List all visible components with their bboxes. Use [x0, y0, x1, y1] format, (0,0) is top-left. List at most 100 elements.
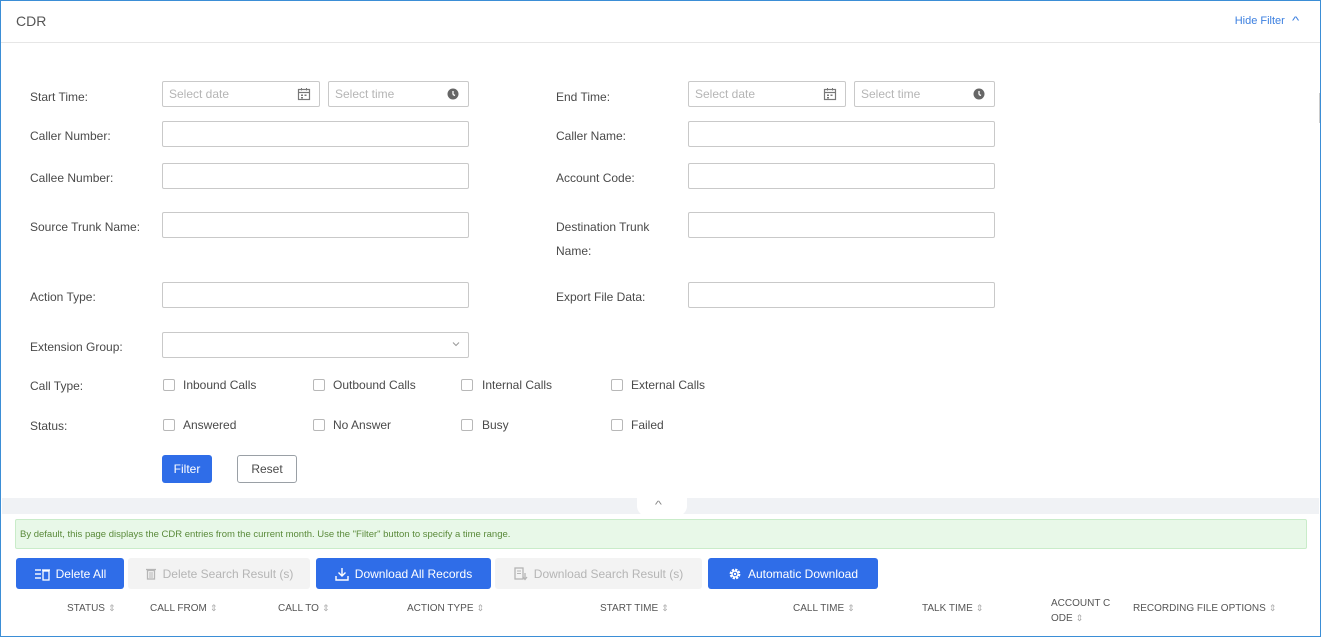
- internal-calls-checkbox[interactable]: [461, 379, 473, 391]
- sort-icon: ⇕: [847, 603, 855, 613]
- inbound-calls-checkbox[interactable]: [163, 379, 175, 391]
- source-trunk-label: Source Trunk Name:: [30, 220, 141, 234]
- automatic-download-label: Automatic Download: [747, 566, 859, 581]
- download-search-result-label: Download Search Result (s): [533, 566, 684, 581]
- chevron-down-icon: [452, 342, 460, 347]
- column-call-from-label: CALL FROM: [150, 603, 207, 614]
- filter-button[interactable]: Filter: [162, 455, 212, 483]
- sort-icon: ⇕: [321, 603, 330, 613]
- external-calls-label: External Calls: [631, 378, 706, 392]
- action-type-input[interactable]: [162, 282, 469, 308]
- inbound-calls-label: Inbound Calls: [183, 378, 257, 392]
- gear-icon: [729, 568, 741, 579]
- external-calls-checkbox[interactable]: [611, 379, 623, 391]
- caller-name-input[interactable]: [688, 121, 995, 147]
- caller-number-label: Caller Number:: [30, 129, 111, 143]
- source-trunk-input[interactable]: [162, 212, 469, 238]
- outbound-calls-label: Outbound Calls: [333, 378, 416, 392]
- export-file-label: Export File Data:: [556, 290, 646, 304]
- hide-filter-link[interactable]: Hide Filter ^: [1234, 15, 1300, 27]
- column-account-code[interactable]: ACCOUNT CODE ⇕: [1051, 597, 1111, 626]
- chevron-up-icon: ^: [654, 500, 662, 511]
- outbound-calls-checkbox[interactable]: [313, 379, 325, 391]
- column-recording-file-options[interactable]: RECORDING FILE OPTIONS ⇕: [1133, 603, 1276, 614]
- column-status[interactable]: STATUS ⇕: [67, 603, 116, 614]
- end-time-placeholder: Select time: [861, 87, 921, 101]
- destination-trunk-input[interactable]: [688, 212, 995, 238]
- sort-icon: ⇕: [209, 603, 218, 613]
- start-time-input[interactable]: Select time: [328, 81, 469, 107]
- extension-group-select[interactable]: [162, 332, 469, 358]
- column-start-time[interactable]: START TIME ⇕: [600, 603, 669, 614]
- end-time-label: End Time:: [556, 90, 611, 104]
- reset-button[interactable]: Reset: [237, 455, 297, 483]
- destination-trunk-label: Destination Trunk Name:: [556, 220, 650, 258]
- account-code-input[interactable]: [688, 163, 995, 189]
- sort-icon: ⇕: [1075, 613, 1084, 623]
- column-call-from[interactable]: CALL FROM ⇕: [150, 603, 217, 614]
- call-type-label: Call Type:: [30, 379, 84, 393]
- action-type-label: Action Type:: [30, 290, 96, 304]
- sort-icon: ⇕: [1268, 603, 1277, 613]
- sort-icon: ⇕: [476, 603, 485, 613]
- column-recording-file-options-label: RECORDING FILE OPTIONS: [1133, 603, 1266, 614]
- callee-number-label: Callee Number:: [30, 171, 114, 185]
- info-banner: By default, this page displays the CDR e…: [15, 519, 1307, 549]
- column-start-time-label: START TIME: [600, 603, 659, 614]
- cdr-panel: CDR Hide Filter ^ Start Time: Select date…: [0, 0, 1321, 637]
- column-talk-time[interactable]: TALK TIME ⇕: [922, 603, 983, 614]
- end-time-input[interactable]: Select time: [854, 81, 995, 107]
- column-call-time-label: CALL TIME: [793, 603, 845, 614]
- sort-icon: ⇕: [661, 603, 669, 613]
- start-time-placeholder: Select time: [335, 87, 395, 101]
- collapse-filter-toggle[interactable]: ^: [637, 498, 687, 516]
- scrollbar[interactable]: [1319, 93, 1320, 123]
- end-date-input[interactable]: Select date: [688, 81, 846, 107]
- automatic-download-button[interactable]: Automatic Download: [708, 558, 878, 589]
- status-label: Status:: [30, 419, 68, 433]
- sort-icon: ⇕: [975, 603, 984, 613]
- download-all-records-label: Download All Records: [354, 566, 473, 581]
- delete-all-button[interactable]: Delete All: [16, 558, 124, 589]
- no-answer-label: No Answer: [333, 418, 392, 432]
- delete-all-icon: [34, 568, 50, 581]
- account-code-label: Account Code:: [556, 171, 635, 185]
- calendar-icon: [823, 88, 837, 101]
- delete-all-label: Delete All: [55, 566, 107, 581]
- sort-icon: ⇕: [107, 603, 116, 613]
- busy-label: Busy: [482, 418, 509, 432]
- clock-icon: [447, 88, 459, 100]
- caller-name-label: Caller Name:: [556, 129, 627, 143]
- column-call-to[interactable]: CALL TO ⇕: [278, 603, 330, 614]
- no-answer-checkbox[interactable]: [313, 419, 325, 431]
- calendar-icon: [297, 88, 311, 101]
- column-action-type[interactable]: ACTION TYPE ⇕: [407, 603, 484, 614]
- delete-search-result-button[interactable]: Delete Search Result (s): [128, 558, 310, 589]
- chevron-up-icon: ^: [1291, 15, 1300, 27]
- answered-checkbox[interactable]: [163, 419, 175, 431]
- caller-number-input[interactable]: [162, 121, 469, 147]
- extension-group-label: Extension Group:: [30, 340, 123, 354]
- export-file-input[interactable]: [688, 282, 995, 308]
- column-call-to-label: CALL TO: [278, 603, 319, 614]
- download-search-result-button[interactable]: Download Search Result (s): [495, 558, 702, 589]
- clock-icon: [973, 88, 985, 100]
- hide-filter-label: Hide Filter: [1234, 15, 1285, 27]
- file-download-icon: [514, 566, 528, 581]
- internal-calls-label: Internal Calls: [482, 378, 553, 392]
- column-action-type-label: ACTION TYPE: [407, 603, 474, 614]
- panel-header: CDR Hide Filter ^: [1, 1, 1320, 43]
- column-call-time[interactable]: CALL TIME ⇕: [793, 603, 855, 614]
- delete-search-result-label: Delete Search Result (s): [162, 566, 294, 581]
- callee-number-input[interactable]: [162, 163, 469, 189]
- busy-checkbox[interactable]: [461, 419, 473, 431]
- column-talk-time-label: TALK TIME: [922, 603, 973, 614]
- download-all-records-button[interactable]: Download All Records: [316, 558, 491, 589]
- start-date-input[interactable]: Select date: [162, 81, 320, 107]
- column-status-label: STATUS: [67, 603, 105, 614]
- failed-label: Failed: [631, 418, 664, 432]
- answered-label: Answered: [183, 418, 237, 432]
- trash-icon: [145, 568, 156, 580]
- failed-checkbox[interactable]: [611, 419, 623, 431]
- end-date-placeholder: Select date: [695, 87, 756, 101]
